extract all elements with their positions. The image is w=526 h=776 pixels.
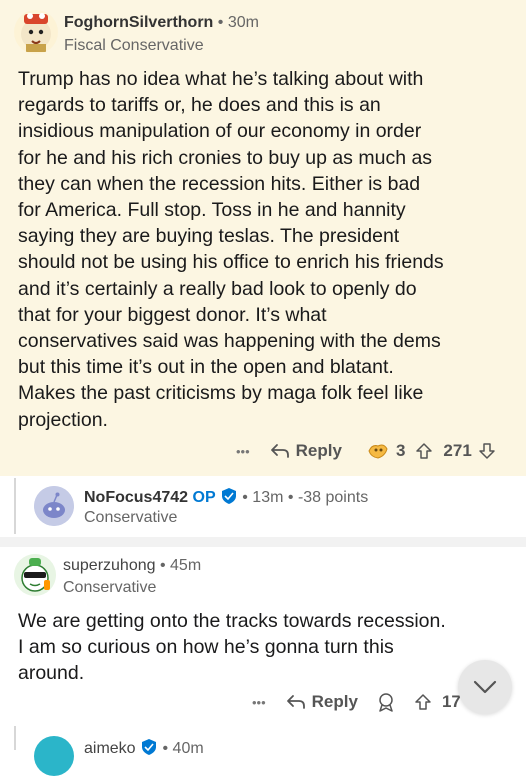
thread-line[interactable] <box>14 478 16 534</box>
avatar-image <box>14 554 56 596</box>
separator-dot: • <box>159 557 166 574</box>
upvote-button[interactable] <box>415 442 433 460</box>
username[interactable]: FoghornSilverthorn <box>64 14 213 31</box>
comment-line: insidious manipulation of our economy in… <box>18 120 422 143</box>
comment-line: I am so curious on how he’s gonna turn t… <box>18 636 394 659</box>
mod-shield-icon <box>221 488 236 504</box>
separator-dot: • <box>287 489 294 506</box>
separator-dot: • <box>162 740 169 757</box>
comment-body: We are getting onto the tracks towards r… <box>18 608 446 687</box>
award-button[interactable] <box>376 692 396 712</box>
comment-line: but this time it’s out in the open and b… <box>18 356 394 379</box>
reply-icon <box>270 444 289 458</box>
downvote-button[interactable] <box>478 442 496 460</box>
comment-line: We are getting onto the tracks towards r… <box>18 610 446 632</box>
user-flair: Conservative <box>84 509 178 526</box>
reply-button[interactable]: Reply <box>270 441 342 461</box>
comment-line: and it’s certainly a really bad look to … <box>18 277 417 300</box>
upvote-arrow-icon <box>416 443 433 459</box>
upvote-button[interactable] <box>414 693 432 711</box>
comment-header: aimeko • 40m <box>84 738 204 758</box>
username[interactable]: aimeko <box>84 740 136 757</box>
collapse-thread-button[interactable] <box>458 660 512 714</box>
separator-dot: • <box>217 14 224 31</box>
user-avatar[interactable] <box>14 10 58 54</box>
comment-time: 45m <box>170 557 202 574</box>
comment-points: -38 points <box>297 489 369 506</box>
comment-divider <box>0 537 526 547</box>
more-options-button[interactable]: ••• <box>252 695 266 710</box>
user-avatar[interactable] <box>34 736 74 776</box>
downvote-arrow-icon <box>479 443 495 459</box>
comment-line: for he and his rich cronies to buy up as… <box>18 146 433 169</box>
comment-line: for America. Full stop. Toss in he and h… <box>18 199 406 222</box>
highlighted-comment: FoghornSilverthorn • 30m Fiscal Conserva… <box>0 0 526 476</box>
comment-actions: ••• Reply 3 271 <box>236 441 496 461</box>
award-outline-icon <box>379 693 393 712</box>
comment-line: projection. <box>18 408 108 431</box>
award-count: 3 <box>395 441 406 460</box>
award-button[interactable]: 3 <box>366 441 411 461</box>
comment-line: they can when the recession hits. Either… <box>18 172 421 195</box>
chevron-down-icon <box>473 680 497 694</box>
comment-line: Trump has no idea what he’s talking abou… <box>18 68 424 90</box>
user-flair: Conservative <box>63 579 157 596</box>
default-snoo-avatar <box>34 486 74 526</box>
separator-dot: • <box>242 489 248 506</box>
score-count: 271 <box>443 441 472 460</box>
reply-label: Reply <box>311 692 358 711</box>
username[interactable]: NoFocus4742 <box>84 489 188 506</box>
more-options-button[interactable]: ••• <box>236 444 250 459</box>
avatar-image <box>21 13 51 52</box>
comment-body: Trump has no idea what he’s talking abou… <box>18 66 444 433</box>
reply-label: Reply <box>295 441 342 460</box>
score-count: 17 <box>441 692 461 711</box>
reply-icon <box>286 695 305 709</box>
thread-line[interactable] <box>14 726 16 750</box>
user-flair: Fiscal Conservative <box>64 37 204 54</box>
user-avatar[interactable] <box>34 486 74 526</box>
username[interactable]: superzuhong <box>63 557 156 574</box>
reply-button[interactable]: Reply <box>286 692 358 712</box>
comment-time: 13m <box>252 489 284 506</box>
comment-line: conservatives said was happening with th… <box>18 330 441 353</box>
comment-line: saying they are buying teslas. The presi… <box>18 225 400 248</box>
comment-time: 40m <box>172 740 204 757</box>
comment-actions: ••• Reply 17 <box>252 692 467 712</box>
comment-header: FoghornSilverthorn • 30m <box>64 14 259 32</box>
award-icon <box>368 444 388 459</box>
comment-time: 30m <box>227 14 259 31</box>
comment-line: Makes the past criticisms by maga folk f… <box>18 382 424 405</box>
user-avatar[interactable] <box>14 554 56 596</box>
comment-line: that for your biggest donor. It’s what <box>18 303 327 326</box>
comment-header: NoFocus4742 OP • 13m • -38 points <box>84 487 368 507</box>
mod-shield-icon <box>142 739 157 755</box>
op-badge: OP <box>192 489 216 506</box>
upvote-arrow-icon <box>415 694 431 710</box>
comment-line: regards to tariffs or, he does and this … <box>18 94 381 117</box>
comment-line: around. <box>18 662 85 685</box>
comment-line: should not be using his office to enrich… <box>18 251 444 274</box>
comment-header: superzuhong • 45m <box>63 557 201 575</box>
